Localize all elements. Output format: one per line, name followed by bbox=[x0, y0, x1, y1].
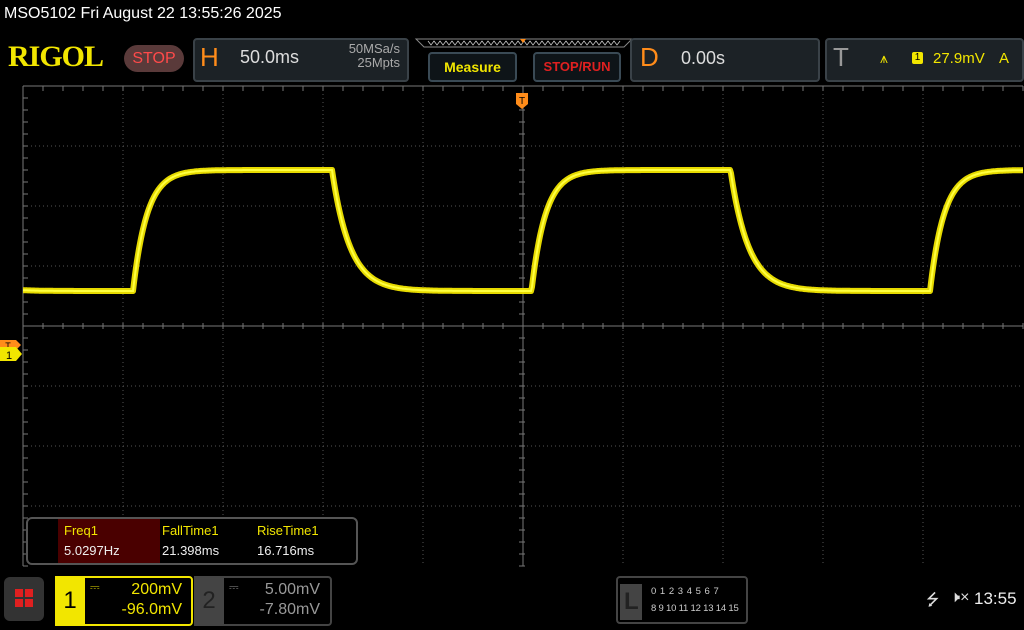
measurement-value: 16.716ms bbox=[257, 543, 315, 558]
measurement-value: 21.398ms bbox=[162, 543, 220, 558]
measure-button[interactable]: Measure bbox=[428, 52, 517, 82]
channel1-marker-label: 1 bbox=[6, 350, 12, 362]
graticule bbox=[22, 85, 1024, 567]
acquisition-info: 50MSa/s 25Mpts bbox=[330, 42, 400, 70]
speaker-muted-icon[interactable]: 🕨× bbox=[950, 589, 969, 607]
channel2-offset: -7.80mV bbox=[259, 601, 320, 618]
measurement-panel[interactable]: Freq1 5.0297Hz FallTime1 21.398ms RiseTi… bbox=[26, 517, 358, 565]
memory-overview-strip bbox=[414, 38, 634, 48]
main-menu-button[interactable] bbox=[4, 577, 44, 621]
delay-label: D bbox=[640, 42, 659, 72]
trigger-label: T bbox=[833, 42, 849, 72]
sample-rate: 50MSa/s bbox=[348, 41, 400, 56]
trigger-position-label: T bbox=[519, 96, 525, 107]
timebase-value: 50.0ms bbox=[240, 47, 300, 67]
measurement-falltime1[interactable]: FallTime1 21.398ms bbox=[156, 519, 252, 563]
title-bar: MSO5102 Fri August 22 13:55:26 2025 bbox=[4, 5, 282, 22]
channel1-offset: -96.0mV bbox=[121, 601, 182, 618]
trigger-position-marker: T bbox=[516, 93, 528, 109]
channel2-scale: 5.00mV bbox=[264, 581, 320, 598]
delay-value: 0.00s bbox=[681, 48, 726, 68]
rising-edge-icon: ⩚ bbox=[880, 50, 888, 66]
rigol-logo: RIGOL bbox=[8, 40, 104, 73]
measurement-risetime1[interactable]: RiseTime1 16.716ms bbox=[251, 519, 347, 563]
trigger-mode: A bbox=[999, 50, 1010, 67]
horizontal-label: H bbox=[200, 42, 219, 72]
usb-icon: ⭍ bbox=[926, 592, 940, 609]
trigger-panel[interactable] bbox=[825, 38, 1024, 82]
measurement-label: Freq1 bbox=[64, 523, 98, 538]
logic-channels-row1: 0 1 2 3 4 5 6 7 bbox=[651, 586, 720, 597]
clock: 13:55 bbox=[974, 589, 1017, 608]
measurement-label: RiseTime1 bbox=[257, 523, 319, 538]
waveform-display[interactable]: T T 1 bbox=[0, 80, 1024, 570]
logic-letter: L bbox=[624, 588, 639, 615]
channel1-offset-marker: 1 bbox=[0, 347, 22, 362]
trigger-source: 1 bbox=[912, 52, 923, 64]
grid-menu-icon bbox=[15, 589, 33, 607]
channel1-number[interactable]: 1 bbox=[55, 576, 85, 626]
logic-label: L bbox=[620, 584, 642, 620]
measurement-freq1[interactable]: Freq1 5.0297Hz bbox=[58, 519, 160, 563]
stop-run-button[interactable]: STOP/RUN bbox=[533, 52, 621, 82]
channel1-scale: 200mV bbox=[131, 581, 182, 598]
memory-depth: 25Mpts bbox=[357, 55, 400, 70]
channel2-number[interactable]: 2 bbox=[194, 576, 224, 626]
measurement-value: 5.0297Hz bbox=[64, 543, 120, 558]
measurement-label: FallTime1 bbox=[162, 523, 219, 538]
trigger-level: 27.9mV bbox=[933, 50, 985, 67]
logic-channels-row2: 8 9 10 11 12 13 14 15 bbox=[651, 603, 739, 614]
run-state-badge[interactable]: STOP bbox=[124, 45, 184, 72]
